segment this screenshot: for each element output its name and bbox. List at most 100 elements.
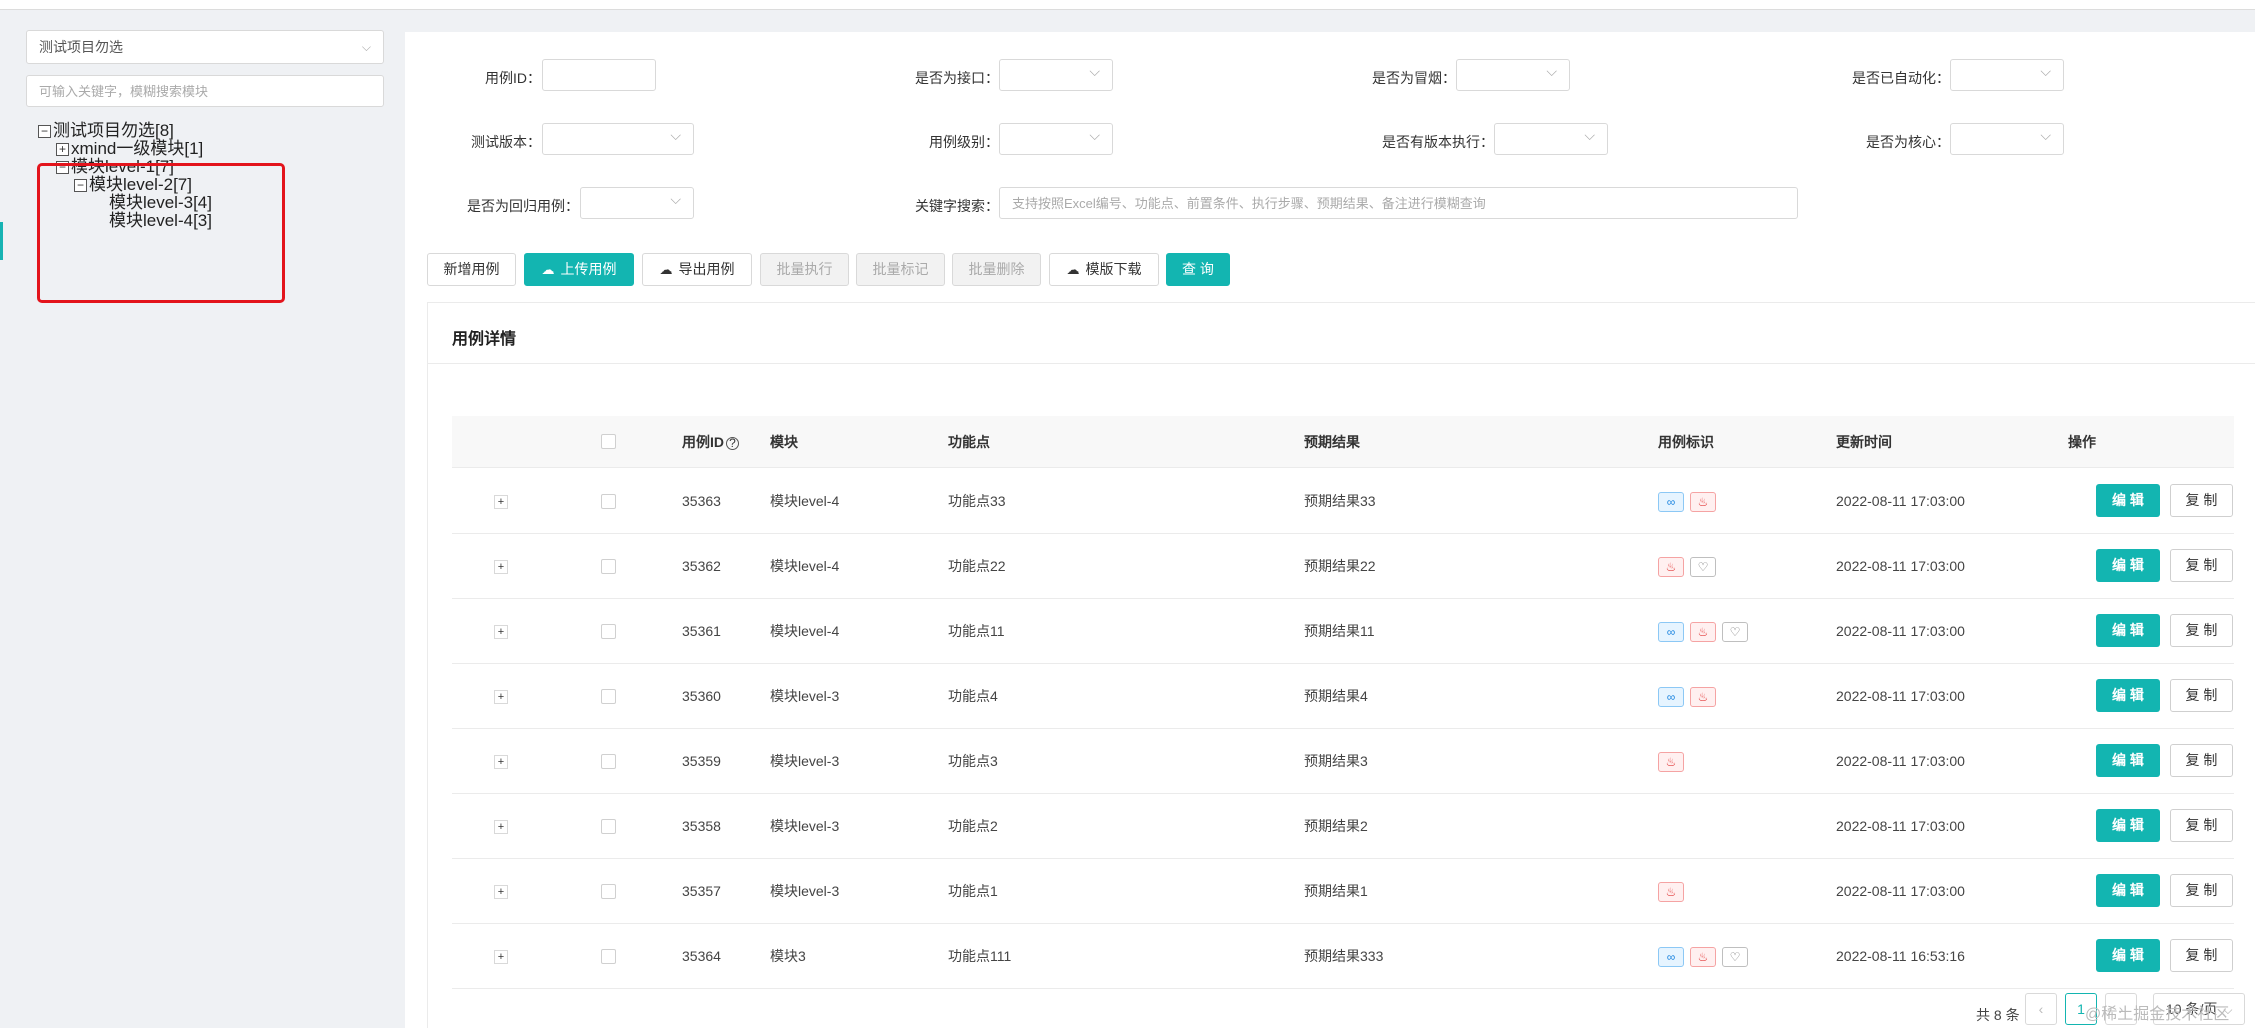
cell-expected: 预期结果1: [1304, 883, 1368, 899]
heart-tag-icon[interactable]: ♡: [1722, 947, 1748, 967]
copy-button[interactable]: 复 制: [2170, 484, 2233, 517]
prev-page-button[interactable]: ‹: [2025, 993, 2057, 1025]
table-row: +35363 模块level-4 功能点33 预期结果33 2022-08-11 17:…: [452, 469, 2234, 534]
cell-feature: 功能点111: [948, 948, 1012, 964]
header-feature: 功能点: [948, 434, 990, 450]
copy-button[interactable]: 复 制: [2170, 549, 2233, 582]
edit-button[interactable]: 编 辑: [2096, 614, 2160, 647]
copy-button[interactable]: 复 制: [2170, 744, 2233, 777]
cell-updated: 2022-08-11 16:53:16: [1836, 948, 1965, 964]
edit-button[interactable]: 编 辑: [2096, 809, 2160, 842]
is-regression-select[interactable]: [580, 187, 694, 219]
cloud-download-icon: ☁: [659, 262, 673, 277]
cloud-upload-icon: ☁: [541, 262, 555, 277]
row-checkbox[interactable]: [601, 819, 616, 834]
row-checkbox[interactable]: [601, 689, 616, 704]
heart-tag-icon[interactable]: ♡: [1722, 622, 1748, 642]
expand-row-icon[interactable]: +: [494, 560, 508, 574]
case-id-input[interactable]: [542, 59, 656, 91]
header-id-label: 用例ID: [682, 434, 724, 450]
case-level-select[interactable]: [999, 123, 1113, 155]
case-id-label: 用例ID：: [485, 70, 541, 86]
keyword-search-input[interactable]: [999, 187, 1798, 219]
header-id: 用例ID?: [682, 416, 739, 468]
expand-row-icon[interactable]: +: [494, 690, 508, 704]
template-download-button[interactable]: ☁ 模版下载: [1049, 253, 1159, 286]
is-automated-select[interactable]: [1950, 59, 2064, 91]
expand-row-icon[interactable]: +: [494, 755, 508, 769]
row-checkbox[interactable]: [601, 884, 616, 899]
link-tag-icon[interactable]: ∞: [1658, 622, 1684, 642]
batch-mark-label: 批量标记: [872, 261, 929, 277]
cell-id: 35360: [682, 688, 721, 704]
edit-button[interactable]: 编 辑: [2096, 939, 2160, 972]
header-ops: 操作: [2068, 434, 2096, 450]
version-exec-select[interactable]: [1494, 123, 1608, 155]
table-row: +35364 模块3 功能点111 预期结果333 2022-08-11 16:53:1…: [452, 924, 2234, 989]
expand-row-icon[interactable]: +: [494, 820, 508, 834]
link-tag-icon[interactable]: ∞: [1658, 492, 1684, 512]
cell-updated: 2022-08-11 17:03:00: [1836, 623, 1965, 639]
case-tags: ♨: [1658, 752, 1690, 772]
add-case-button[interactable]: 新增用例: [427, 253, 516, 286]
cell-module: 模块level-4: [770, 493, 840, 509]
cell-updated: 2022-08-11 17:03:00: [1836, 558, 1965, 574]
edit-button[interactable]: 编 辑: [2096, 744, 2160, 777]
export-case-button[interactable]: ☁ 导出用例: [642, 253, 752, 286]
main-panel: 用例ID： 是否为接口： 是否为冒烟： 是否已自动化： 测试版本： 用例级别： …: [405, 32, 2255, 1028]
copy-button[interactable]: 复 制: [2170, 809, 2233, 842]
expand-row-icon[interactable]: +: [494, 885, 508, 899]
project-select[interactable]: 测试项目勿选 ⌵: [26, 30, 384, 64]
query-button[interactable]: 查 询: [1166, 253, 1230, 286]
table-row: +35361 模块level-4 功能点11 预期结果11 2022-08-11 17:…: [452, 599, 2234, 664]
cell-id: 35362: [682, 558, 721, 574]
edit-button[interactable]: 编 辑: [2096, 549, 2160, 582]
cell-updated: 2022-08-11 17:03:00: [1836, 818, 1965, 834]
help-icon[interactable]: ?: [726, 437, 739, 450]
test-version-select[interactable]: [542, 123, 694, 155]
batch-delete-button[interactable]: 批量删除: [952, 253, 1041, 286]
case-tags: ∞ ♨: [1658, 687, 1722, 707]
collapse-icon[interactable]: −: [38, 125, 51, 139]
batch-mark-button[interactable]: 批量标记: [856, 253, 945, 286]
edit-button[interactable]: 编 辑: [2096, 484, 2160, 517]
copy-button[interactable]: 复 制: [2170, 939, 2233, 972]
is-api-select[interactable]: [999, 59, 1113, 91]
link-tag-icon[interactable]: ∞: [1658, 947, 1684, 967]
expand-icon[interactable]: +: [56, 143, 69, 157]
fire-tag-icon[interactable]: ♨: [1690, 622, 1716, 642]
cell-updated: 2022-08-11 17:03:00: [1836, 688, 1965, 704]
select-all-checkbox[interactable]: [601, 434, 616, 449]
batch-delete-label: 批量删除: [968, 261, 1025, 277]
row-checkbox[interactable]: [601, 494, 616, 509]
expand-row-icon[interactable]: +: [494, 950, 508, 964]
copy-button[interactable]: 复 制: [2170, 614, 2233, 647]
row-checkbox[interactable]: [601, 949, 616, 964]
edit-button[interactable]: 编 辑: [2096, 679, 2160, 712]
row-checkbox[interactable]: [601, 624, 616, 639]
copy-button[interactable]: 复 制: [2170, 679, 2233, 712]
fire-tag-icon[interactable]: ♨: [1658, 557, 1684, 577]
fire-tag-icon[interactable]: ♨: [1658, 882, 1684, 902]
module-search-input[interactable]: [26, 75, 384, 107]
expand-row-icon[interactable]: +: [494, 625, 508, 639]
fire-tag-icon[interactable]: ♨: [1690, 492, 1716, 512]
row-checkbox[interactable]: [601, 754, 616, 769]
is-smoke-label: 是否为冒烟：: [1372, 70, 1456, 86]
upload-case-button[interactable]: ☁ 上传用例: [524, 253, 634, 286]
is-smoke-select[interactable]: [1456, 59, 1570, 91]
expand-row-icon[interactable]: +: [494, 495, 508, 509]
link-tag-icon[interactable]: ∞: [1658, 687, 1684, 707]
fire-tag-icon[interactable]: ♨: [1690, 947, 1716, 967]
nav-accent: [0, 222, 3, 260]
heart-tag-icon[interactable]: ♡: [1690, 557, 1716, 577]
edit-button[interactable]: 编 辑: [2096, 874, 2160, 907]
row-checkbox[interactable]: [601, 559, 616, 574]
fire-tag-icon[interactable]: ♨: [1658, 752, 1684, 772]
is-core-select[interactable]: [1950, 123, 2064, 155]
batch-exec-button[interactable]: 批量执行: [760, 253, 849, 286]
fire-tag-icon[interactable]: ♨: [1690, 687, 1716, 707]
header-expected: 预期结果: [1304, 434, 1360, 450]
copy-button[interactable]: 复 制: [2170, 874, 2233, 907]
cell-module: 模块level-3: [770, 688, 840, 704]
